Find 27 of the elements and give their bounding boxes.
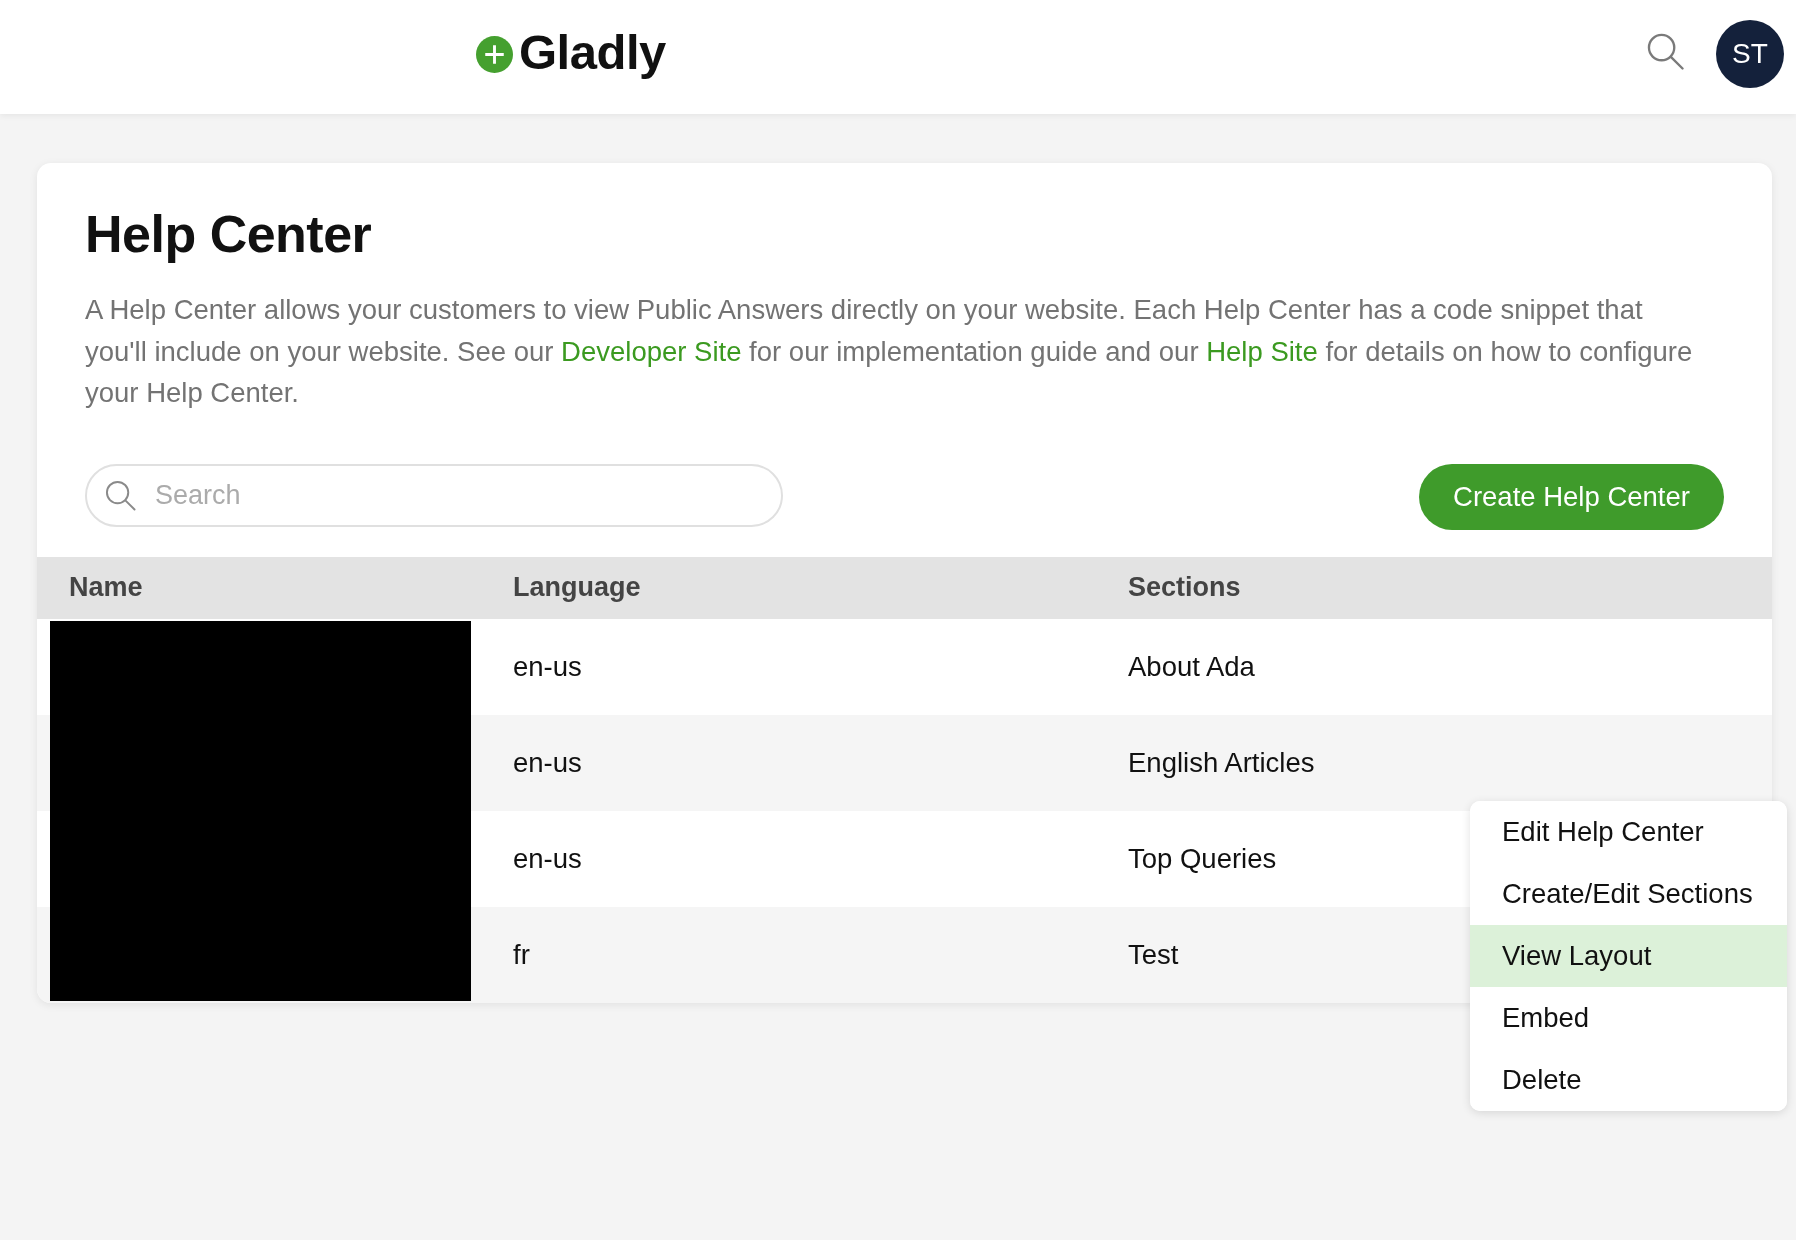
menu-item[interactable]: Edit Help Center: [1470, 801, 1787, 863]
table-cell-text: English Articles: [1127, 746, 1315, 779]
avatar[interactable]: ST: [1716, 20, 1784, 88]
create-button[interactable]: Create Help Center: [1419, 463, 1724, 530]
table-cell-text: Top Queries: [1127, 842, 1277, 875]
search-icon: [105, 479, 136, 511]
table-cell-text: en-us: [512, 650, 583, 683]
search-field[interactable]: Search: [85, 463, 783, 527]
table-cell-text: en-us: [512, 842, 583, 875]
menu-item[interactable]: Delete: [1470, 1049, 1787, 1111]
column-header: Name: [68, 572, 144, 603]
column-header: Language: [512, 572, 642, 603]
table-cell-text: About Ada: [1127, 650, 1255, 683]
menu-item[interactable]: Embed: [1470, 987, 1787, 1049]
menu-item[interactable]: Create/Edit Sections: [1470, 863, 1787, 925]
page-title: Help Center: [85, 204, 373, 264]
logo-text[interactable]: Gladly: [519, 27, 666, 81]
plus-circle-icon: [476, 35, 513, 73]
description-text: A Help Center allows your customers to view Public Answers directly on your website. Each Help Center has a code snippet that you'll include on your website. See our Developer Site for our implementation guide and our Help Site for details on how to configure your Help Center.: [85, 293, 1694, 410]
table-cell-text: fr: [512, 938, 531, 971]
table-cell-text: Test: [1127, 938, 1179, 971]
text-link[interactable]: Developer Site: [561, 335, 742, 367]
search-icon[interactable]: [1647, 32, 1684, 70]
menu-item[interactable]: View Layout: [1470, 925, 1787, 987]
text-link[interactable]: Help Site: [1206, 335, 1318, 367]
column-header: Sections: [1127, 572, 1241, 603]
table-cell-text: en-us: [512, 746, 583, 779]
